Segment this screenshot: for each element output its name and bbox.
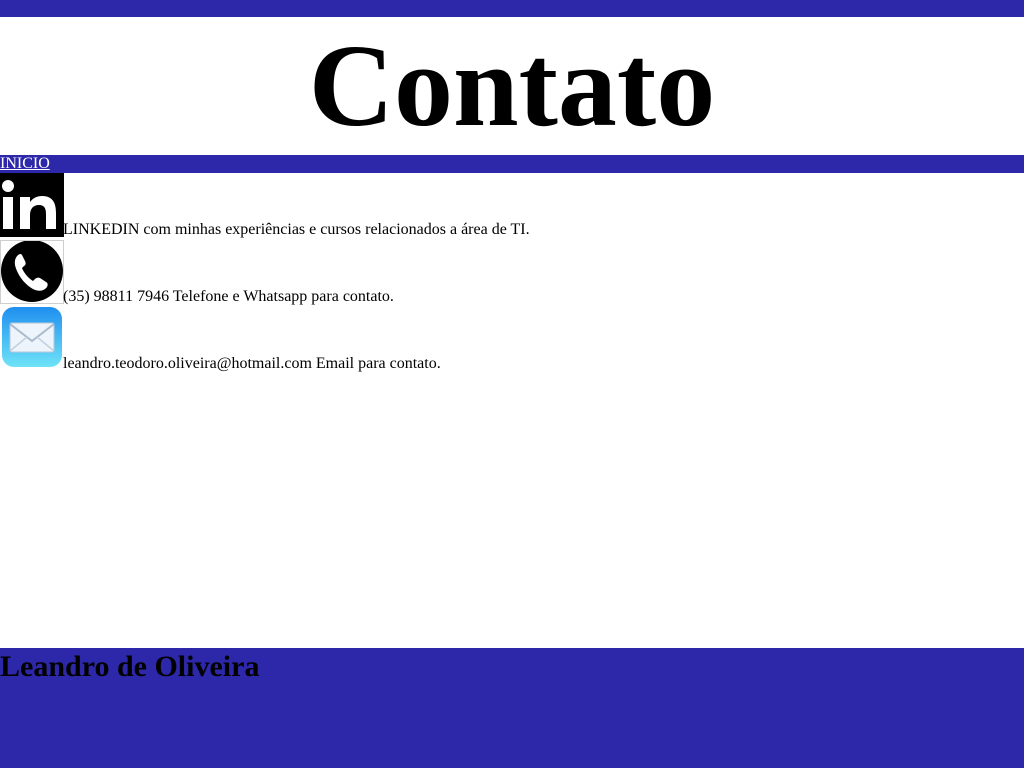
- footer: Leandro de Oliveira: [0, 648, 1024, 768]
- contact-linkedin: LINKEDIN com minhas experiências e curso…: [0, 173, 1024, 238]
- email-text: leandro.teodoro.oliveira@hotmail.com Ema…: [63, 355, 441, 372]
- linkedin-text: LINKEDIN com minhas experiências e curso…: [63, 221, 530, 238]
- phone-text: (35) 98811 7946 Telefone e Whatsapp para…: [63, 288, 394, 305]
- mail-icon: [0, 307, 64, 371]
- contact-email: leandro.teodoro.oliveira@hotmail.com Ema…: [0, 307, 1024, 372]
- top-banner: [0, 0, 1024, 17]
- contact-phone: (35) 98811 7946 Telefone e Whatsapp para…: [0, 240, 1024, 305]
- footer-author-name: Leandro de Oliveira: [0, 650, 260, 683]
- home-link[interactable]: INICIO: [0, 155, 50, 173]
- phone-icon: [0, 240, 64, 304]
- linkedin-icon[interactable]: [0, 173, 64, 237]
- page-title: Contato: [308, 20, 716, 151]
- nav-bar: INICIO: [0, 155, 1024, 173]
